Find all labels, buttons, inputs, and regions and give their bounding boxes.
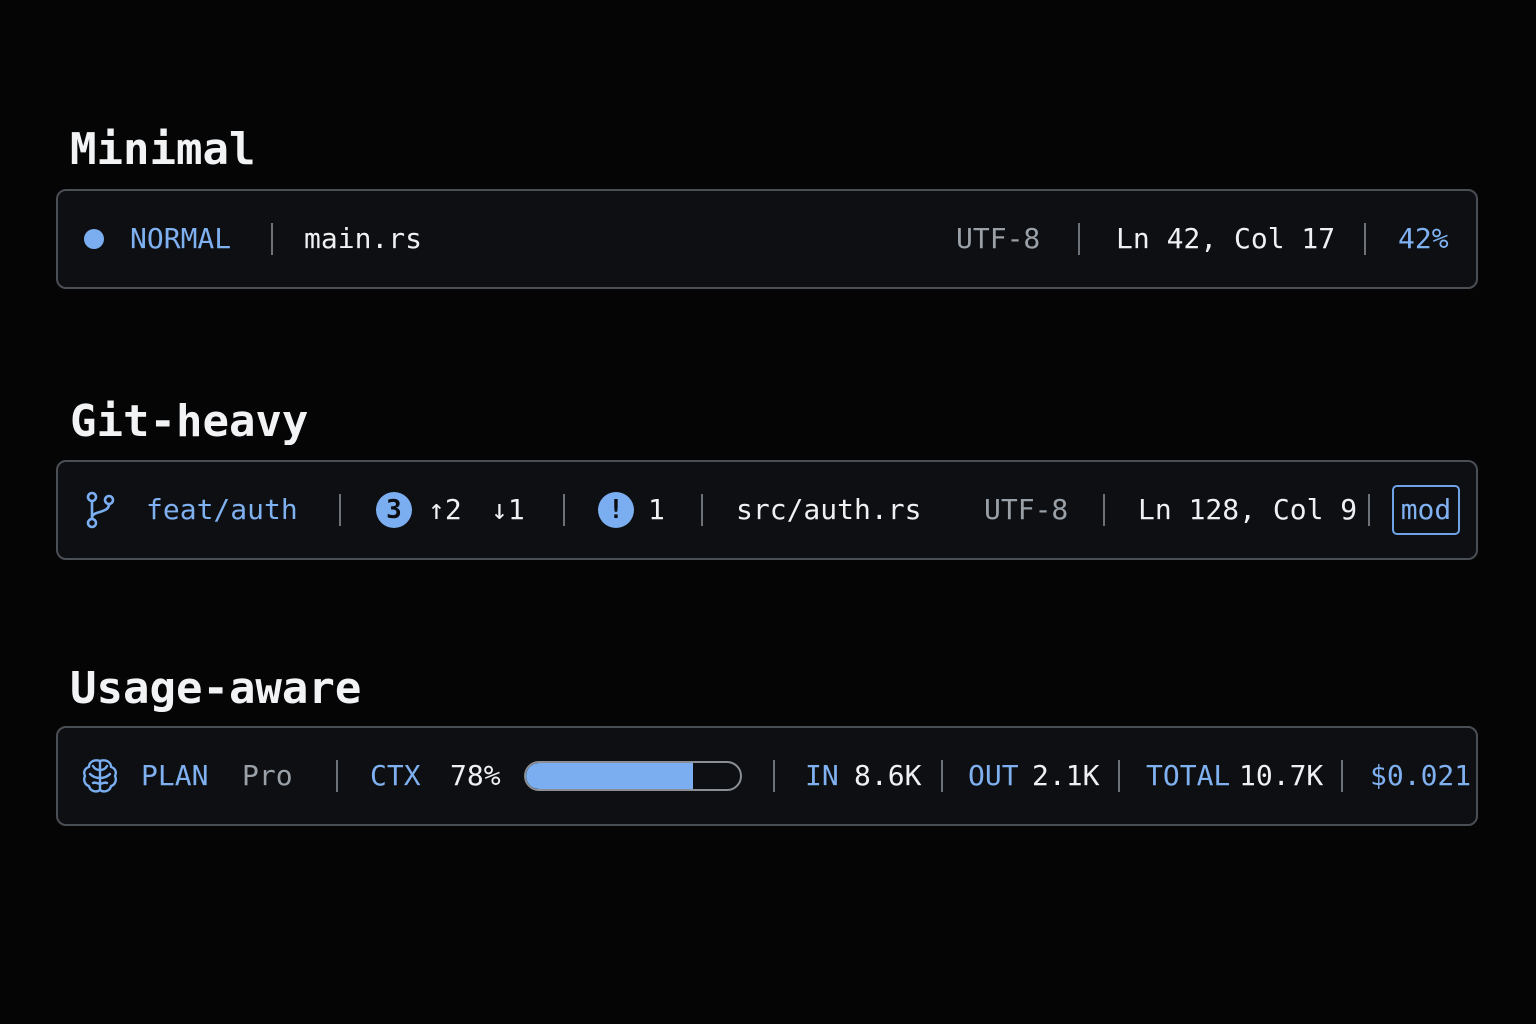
scroll-percent: 42% <box>1398 222 1449 255</box>
git-branch-icon <box>86 491 115 529</box>
separator <box>701 494 703 526</box>
separator <box>339 494 341 526</box>
input-tokens-value: 8.6K <box>854 759 922 792</box>
modified-status-badge[interactable]: mod <box>1392 485 1460 535</box>
cursor-position[interactable]: Ln 42, Col 17 <box>1116 225 1335 253</box>
ctx-label: CTX <box>370 759 421 792</box>
changes-count-badge[interactable]: 3 <box>376 492 412 528</box>
separator <box>1103 494 1105 526</box>
mode-label[interactable]: NORMAL <box>130 225 231 253</box>
status-bar-git-heavy: feat/auth 3 ↑2 ↓1 ! 1 src/auth.rs UTF-8 … <box>56 460 1478 560</box>
separator <box>941 760 943 792</box>
separator <box>563 494 565 526</box>
problems-icon[interactable]: ! <box>598 492 634 528</box>
file-path[interactable]: src/auth.rs <box>736 496 921 524</box>
input-tokens-label: IN <box>805 759 839 792</box>
separator <box>1368 494 1370 526</box>
ctx-percent: 78% <box>450 759 501 792</box>
file-name[interactable]: main.rs <box>304 225 422 253</box>
encoding-label[interactable]: UTF-8 <box>956 225 1040 253</box>
total-tokens-value: 10.7K <box>1239 759 1324 792</box>
separator <box>336 760 338 792</box>
branch-name[interactable]: feat/auth <box>146 496 298 524</box>
mode-indicator-dot-icon <box>84 229 104 249</box>
brain-icon <box>83 759 117 793</box>
total-tokens-label: TOTAL <box>1146 759 1231 792</box>
status-bar-usage-aware: PLAN Pro CTX 78% IN 8.6K OUT 2.1K TOTAL … <box>56 726 1478 826</box>
ahead-count[interactable]: ↑2 <box>428 496 462 524</box>
separator <box>1078 223 1080 255</box>
separator <box>271 223 273 255</box>
section-title-git-heavy: Git-heavy <box>70 396 309 447</box>
cursor-position[interactable]: Ln 128, Col 9 <box>1138 496 1357 524</box>
encoding-label[interactable]: UTF-8 <box>984 496 1068 524</box>
section-title-usage-aware: Usage-aware <box>70 663 362 714</box>
cost-value[interactable]: $0.021 <box>1370 762 1471 790</box>
separator <box>1364 223 1366 255</box>
context-usage-progress-fill <box>526 763 693 789</box>
separator <box>1118 760 1120 792</box>
problems-count[interactable]: 1 <box>648 496 665 524</box>
status-bar-minimal: NORMAL main.rs UTF-8 Ln 42, Col 17 42% <box>56 189 1478 289</box>
behind-count[interactable]: ↓1 <box>491 496 525 524</box>
output-tokens-value: 2.1K <box>1032 759 1100 792</box>
output-tokens-label: OUT <box>968 759 1019 792</box>
separator <box>1341 760 1343 792</box>
context-usage-progress-bar <box>524 761 742 791</box>
plan-value[interactable]: Pro <box>242 762 293 790</box>
plan-label: PLAN <box>141 759 209 792</box>
section-title-minimal: Minimal <box>70 124 256 175</box>
separator <box>773 760 775 792</box>
